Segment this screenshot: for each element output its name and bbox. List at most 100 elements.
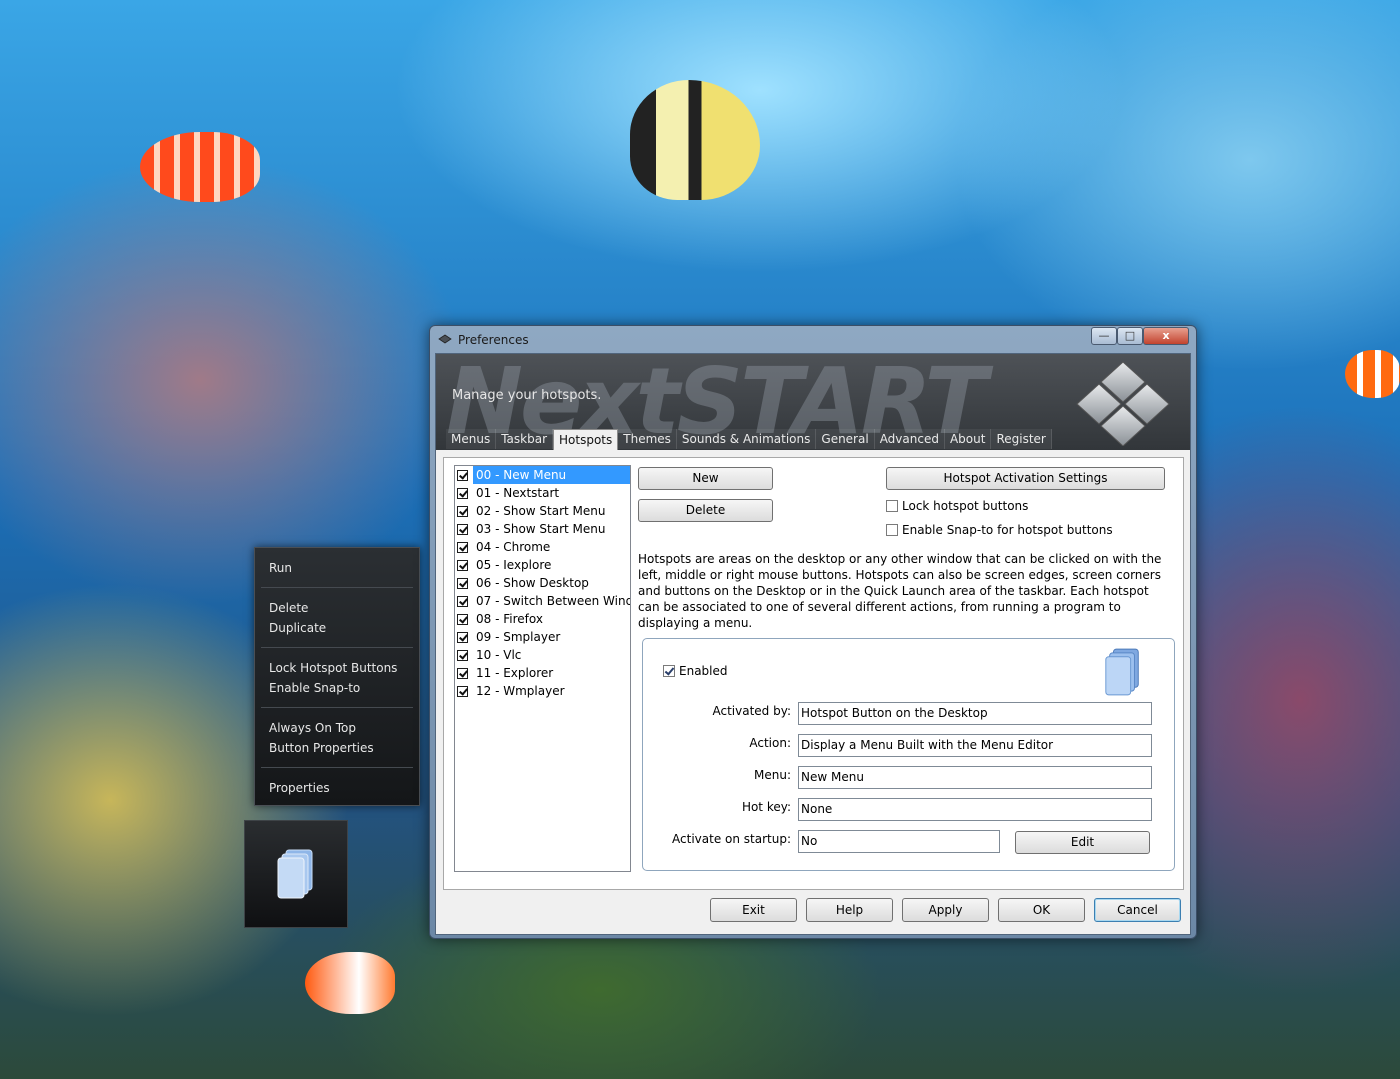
enable-snap-to-checkbox[interactable] bbox=[886, 524, 898, 536]
list-item[interactable]: 04 - Chrome bbox=[455, 538, 630, 556]
list-item[interactable]: 02 - Show Start Menu bbox=[455, 502, 630, 520]
hotspot-context-menu: Run Delete Duplicate Lock Hotspot Button… bbox=[254, 547, 420, 806]
ctx-duplicate[interactable]: Duplicate bbox=[255, 618, 419, 638]
enabled-label: Enabled bbox=[679, 664, 728, 678]
ctx-button-properties[interactable]: Button Properties bbox=[255, 738, 419, 758]
lock-hotspot-buttons-label: Lock hotspot buttons bbox=[902, 499, 1029, 513]
list-item[interactable]: 03 - Show Start Menu bbox=[455, 520, 630, 538]
enable-snap-to-label: Enable Snap-to for hotspot buttons bbox=[902, 523, 1113, 537]
tab-sounds-animations[interactable]: Sounds & Animations bbox=[676, 429, 817, 449]
hot-key-label: Hot key: bbox=[741, 800, 791, 814]
nextstart-logo-icon bbox=[1076, 361, 1170, 446]
list-item-checkbox[interactable] bbox=[457, 631, 468, 643]
list-item-checkbox[interactable] bbox=[457, 685, 468, 697]
edit-button[interactable]: Edit bbox=[1015, 831, 1150, 854]
action-label: Action: bbox=[749, 736, 791, 750]
list-item-checkbox[interactable] bbox=[457, 649, 468, 661]
list-item[interactable]: 09 - Smplayer bbox=[455, 628, 630, 646]
ctx-enable-snap-to[interactable]: Enable Snap-to bbox=[255, 678, 419, 698]
list-item[interactable]: 00 - New Menu bbox=[455, 466, 630, 484]
ctx-separator bbox=[261, 707, 413, 708]
cancel-button[interactable]: Cancel bbox=[1094, 898, 1181, 922]
list-item-checkbox[interactable] bbox=[457, 559, 468, 571]
window-client: NextSTART Manage your hotspots. Menus Ta… bbox=[435, 353, 1191, 935]
list-item-label: 05 - Iexplore bbox=[476, 558, 552, 572]
list-item-checkbox[interactable] bbox=[457, 541, 468, 553]
ctx-properties[interactable]: Properties bbox=[255, 778, 419, 798]
tab-advanced[interactable]: Advanced bbox=[874, 429, 945, 449]
banner-subtitle: Manage your hotspots. bbox=[452, 388, 602, 403]
lock-hotspot-buttons-option[interactable]: Lock hotspot buttons bbox=[886, 499, 1028, 513]
apply-button[interactable]: Apply bbox=[902, 898, 989, 922]
activate-on-startup-field[interactable]: No bbox=[798, 830, 1000, 853]
activated-by-field[interactable]: Hotspot Button on the Desktop bbox=[798, 702, 1152, 725]
tab-general[interactable]: General bbox=[816, 429, 875, 449]
ctx-separator bbox=[261, 767, 413, 768]
enabled-option[interactable]: Enabled bbox=[663, 664, 728, 678]
help-button[interactable]: Help bbox=[806, 898, 893, 922]
maximize-button[interactable]: □ bbox=[1117, 327, 1143, 345]
ok-button[interactable]: OK bbox=[998, 898, 1085, 922]
list-item[interactable]: 10 - Vlc bbox=[455, 646, 630, 664]
tab-register[interactable]: Register bbox=[991, 429, 1052, 449]
tab-themes[interactable]: Themes bbox=[618, 429, 677, 449]
ctx-delete[interactable]: Delete bbox=[255, 598, 419, 618]
list-item[interactable]: 07 - Switch Between Windo bbox=[455, 592, 630, 610]
list-item-label: 10 - Vlc bbox=[476, 648, 522, 662]
list-item-label: 06 - Show Desktop bbox=[476, 576, 589, 590]
list-item[interactable]: 05 - Iexplore bbox=[455, 556, 630, 574]
minimize-button[interactable]: — bbox=[1091, 327, 1117, 345]
list-item[interactable]: 01 - Nextstart bbox=[455, 484, 630, 502]
list-item[interactable]: 12 - Wmplayer bbox=[455, 682, 630, 700]
angelfish-decoration bbox=[630, 80, 760, 200]
list-item-label: 03 - Show Start Menu bbox=[476, 522, 606, 536]
list-item-checkbox[interactable] bbox=[457, 577, 468, 589]
enabled-checkbox[interactable] bbox=[663, 665, 675, 677]
list-item-checkbox[interactable] bbox=[457, 613, 468, 625]
hot-key-field[interactable]: None bbox=[798, 798, 1152, 821]
list-item-label: 00 - New Menu bbox=[473, 466, 630, 484]
title-bar[interactable]: Preferences — □ x bbox=[430, 326, 1196, 352]
menu-field[interactable]: New Menu bbox=[798, 766, 1152, 789]
list-item-checkbox[interactable] bbox=[457, 487, 468, 499]
menu-label: Menu: bbox=[754, 768, 791, 782]
ctx-separator bbox=[261, 647, 413, 648]
list-item-checkbox[interactable] bbox=[457, 523, 468, 535]
list-item[interactable]: 08 - Firefox bbox=[455, 610, 630, 628]
clownfish-decoration bbox=[1345, 350, 1400, 398]
tab-taskbar[interactable]: Taskbar bbox=[496, 429, 554, 449]
close-button[interactable]: x bbox=[1143, 327, 1189, 345]
action-field[interactable]: Display a Menu Built with the Menu Edito… bbox=[798, 734, 1152, 757]
desktop-hotspot-button[interactable] bbox=[244, 820, 348, 928]
tab-strip: Menus Taskbar Hotspots Themes Sounds & A… bbox=[446, 429, 1052, 450]
activate-on-startup-label: Activate on startup: bbox=[672, 832, 791, 846]
list-item-checkbox[interactable] bbox=[457, 469, 468, 481]
list-item-checkbox[interactable] bbox=[457, 595, 468, 607]
list-item[interactable]: 06 - Show Desktop bbox=[455, 574, 630, 592]
list-item-label: 12 - Wmplayer bbox=[476, 684, 565, 698]
list-item-label: 04 - Chrome bbox=[476, 540, 551, 554]
ctx-lock-hotspot-buttons[interactable]: Lock Hotspot Buttons bbox=[255, 658, 419, 678]
ctx-separator bbox=[261, 587, 413, 588]
ctx-always-on-top[interactable]: Always On Top bbox=[255, 718, 419, 738]
list-item[interactable]: 11 - Explorer bbox=[455, 664, 630, 682]
ctx-run[interactable]: Run bbox=[255, 558, 419, 578]
hotspot-details-group: Enabled Activated by: Hotspot Button on … bbox=[642, 638, 1175, 871]
hotspots-description: Hotspots are areas on the desktop or any… bbox=[638, 552, 1162, 630]
red-fish-decoration bbox=[140, 132, 260, 202]
activated-by-label: Activated by: bbox=[712, 704, 792, 718]
preferences-window: Preferences — □ x NextSTART Manage your … bbox=[429, 325, 1197, 939]
list-item-label: 09 - Smplayer bbox=[476, 630, 561, 644]
enable-snap-to-option[interactable]: Enable Snap-to for hotspot buttons bbox=[886, 523, 1113, 537]
tab-about[interactable]: About bbox=[944, 429, 992, 449]
new-button[interactable]: New bbox=[638, 467, 773, 490]
hotspot-activation-settings-button[interactable]: Hotspot Activation Settings bbox=[886, 467, 1165, 490]
lock-hotspot-buttons-checkbox[interactable] bbox=[886, 500, 898, 512]
hotspot-list[interactable]: 00 - New Menu 01 - Nextstart 02 - Show S… bbox=[454, 465, 631, 872]
delete-button[interactable]: Delete bbox=[638, 499, 773, 522]
list-item-checkbox[interactable] bbox=[457, 505, 468, 517]
list-item-checkbox[interactable] bbox=[457, 667, 468, 679]
exit-button[interactable]: Exit bbox=[710, 898, 797, 922]
tab-menus[interactable]: Menus bbox=[446, 429, 497, 449]
tab-hotspots[interactable]: Hotspots bbox=[553, 429, 619, 450]
